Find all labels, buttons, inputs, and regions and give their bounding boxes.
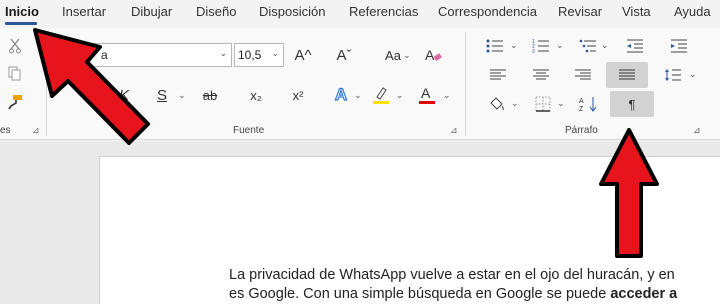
paint-bucket-icon — [490, 97, 504, 111]
line-spacing-icon — [665, 69, 681, 81]
decrease-indent-button[interactable] — [624, 37, 646, 55]
justify-button[interactable] — [606, 62, 648, 88]
format-painter-icon[interactable] — [6, 92, 24, 112]
align-right-button[interactable] — [572, 65, 594, 85]
text-effects-button[interactable]: A — [330, 84, 352, 106]
paragraph-launcher-icon[interactable]: ⊿ — [693, 125, 701, 136]
chevron-down-icon[interactable]: ⌄ — [510, 40, 518, 51]
sort-az-icon: AZ — [579, 97, 597, 112]
chevron-down-icon[interactable]: ⌄ — [511, 98, 519, 109]
borders-icon — [535, 96, 551, 112]
multilevel-list-button[interactable] — [577, 37, 599, 55]
font-color-icon: A — [419, 85, 435, 104]
decrease-indent-icon — [627, 39, 643, 53]
chevron-down-icon[interactable]: ⌄ — [689, 69, 697, 80]
tab-inicio[interactable]: Inicio — [5, 4, 39, 19]
multilevel-list-icon — [579, 39, 596, 53]
document-text-line-2[interactable]: es Google. Con una simple búsqueda en Go… — [229, 286, 677, 302]
group-separator — [465, 32, 466, 136]
font-color-button[interactable]: A — [417, 83, 437, 107]
align-right-icon — [575, 69, 591, 80]
tab-correspondencia[interactable]: Correspondencia — [438, 4, 537, 19]
chevron-down-icon[interactable]: ⌄ — [403, 50, 411, 61]
svg-text:A: A — [421, 85, 431, 101]
tab-vista[interactable]: Vista — [622, 4, 651, 19]
numbering-button[interactable]: 123 — [530, 37, 552, 55]
sort-button[interactable]: AZ — [578, 94, 600, 114]
line-spacing-button[interactable] — [662, 65, 684, 85]
tab-diseno[interactable]: Diseño — [196, 4, 236, 19]
highlighter-icon — [373, 87, 389, 104]
shading-button[interactable] — [486, 94, 508, 114]
bullets-button[interactable] — [484, 37, 506, 55]
show-formatting-marks-button[interactable]: ¶ — [610, 91, 654, 117]
cut-icon[interactable] — [6, 36, 24, 56]
tab-ayuda[interactable]: Ayuda — [674, 4, 711, 19]
font-group-label: Fuente — [233, 125, 265, 136]
copy-icon[interactable] — [6, 64, 24, 84]
justify-icon — [619, 69, 635, 80]
underline-button[interactable]: S — [154, 85, 170, 105]
superscript-button[interactable]: x² — [288, 85, 308, 105]
increase-indent-icon — [671, 39, 687, 53]
tab-revisar[interactable]: Revisar — [558, 4, 602, 19]
tab-referencias[interactable]: Referencias — [349, 4, 418, 19]
highlight-button[interactable] — [371, 83, 391, 107]
numbered-list-icon: 123 — [532, 39, 549, 53]
shrink-font-button[interactable]: Aˇ — [333, 45, 355, 65]
grow-font-button[interactable]: A^ — [292, 45, 314, 65]
svg-text:Z: Z — [579, 106, 584, 112]
strikethrough-button[interactable]: ab — [199, 85, 221, 105]
chevron-down-icon[interactable]: ⌄ — [601, 40, 609, 51]
red-arrow-to-pilcrow-icon — [599, 128, 659, 258]
ribbon-tabs: Inicio Insertar Dibujar Diseño Disposici… — [0, 0, 720, 28]
tab-insertar[interactable]: Insertar — [62, 4, 106, 19]
svg-text:A: A — [579, 98, 584, 105]
bullet-list-icon — [486, 39, 503, 53]
clear-formatting-icon: A — [425, 47, 442, 63]
chevron-down-icon: ⌄ — [271, 48, 279, 58]
svg-text:3: 3 — [532, 49, 535, 53]
subscript-button[interactable]: x₂ — [246, 85, 266, 105]
clear-formatting-button[interactable]: A — [422, 45, 444, 65]
chevron-down-icon[interactable]: ⌄ — [556, 40, 564, 51]
align-left-button[interactable] — [487, 65, 509, 85]
font-size-field[interactable]: 10,5 ⌄ — [234, 43, 284, 67]
chevron-down-icon: ⌄ — [219, 48, 227, 58]
align-center-icon — [533, 69, 549, 80]
chevron-down-icon[interactable]: ⌄ — [557, 98, 565, 109]
chevron-down-icon[interactable]: ⌄ — [443, 90, 451, 101]
chevron-down-icon[interactable]: ⌄ — [178, 90, 186, 101]
align-left-icon — [490, 69, 506, 80]
clipboard-group-label: es — [0, 125, 11, 136]
svg-text:A: A — [425, 47, 435, 63]
paragraph-group-label: Párrafo — [565, 125, 598, 136]
font-launcher-icon[interactable]: ⊿ — [450, 125, 458, 136]
chevron-down-icon[interactable]: ⌄ — [396, 90, 404, 101]
red-arrow-to-inicio-icon — [33, 28, 150, 145]
tab-disposicion[interactable]: Disposición — [259, 4, 325, 19]
align-center-button[interactable] — [530, 65, 552, 85]
increase-indent-button[interactable] — [668, 37, 690, 55]
borders-button[interactable] — [532, 94, 554, 114]
chevron-down-icon[interactable]: ⌄ — [354, 90, 362, 101]
tab-dibujar[interactable]: Dibujar — [131, 4, 172, 19]
document-text-line-1[interactable]: La privacidad de WhatsApp vuelve a estar… — [229, 267, 675, 283]
